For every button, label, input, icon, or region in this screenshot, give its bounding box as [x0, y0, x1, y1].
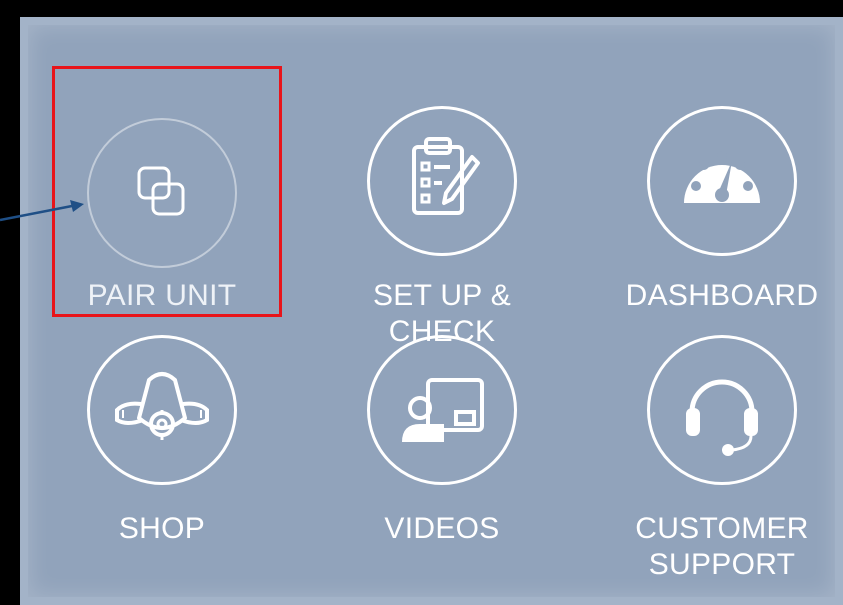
annotation-arrow	[0, 196, 90, 236]
clipboard-checklist-icon	[392, 131, 492, 231]
menu-tile-customer-support[interactable]: CUSTOMER SUPPORT	[612, 335, 832, 585]
menu-tile-label: VIDEOS	[384, 512, 500, 545]
cpap-mask-icon	[107, 360, 217, 460]
video-presenter-icon	[392, 360, 492, 460]
menu-tile-label-line1: CUSTOMER	[635, 512, 809, 545]
menu-tile-videos[interactable]: VIDEOS	[332, 335, 552, 555]
menu-tile-label: DASHBOARD	[625, 279, 819, 312]
gauge-icon	[672, 131, 772, 231]
menu-tile-dashboard[interactable]: DASHBOARD	[612, 106, 832, 316]
headset-icon	[672, 360, 772, 460]
shop-circle	[87, 335, 237, 485]
menu-tile-label: SHOP	[118, 512, 206, 545]
menu-tile-label-line2: SUPPORT	[648, 548, 796, 581]
setup-circle	[367, 106, 517, 256]
pair-unit-highlight-box	[52, 66, 282, 317]
videos-circle	[367, 335, 517, 485]
dashboard-circle	[647, 106, 797, 256]
menu-tile-shop[interactable]: SHOP	[52, 335, 272, 555]
support-circle	[647, 335, 797, 485]
menu-tile-set-up-check[interactable]: SET UP & CHECK	[332, 106, 552, 348]
